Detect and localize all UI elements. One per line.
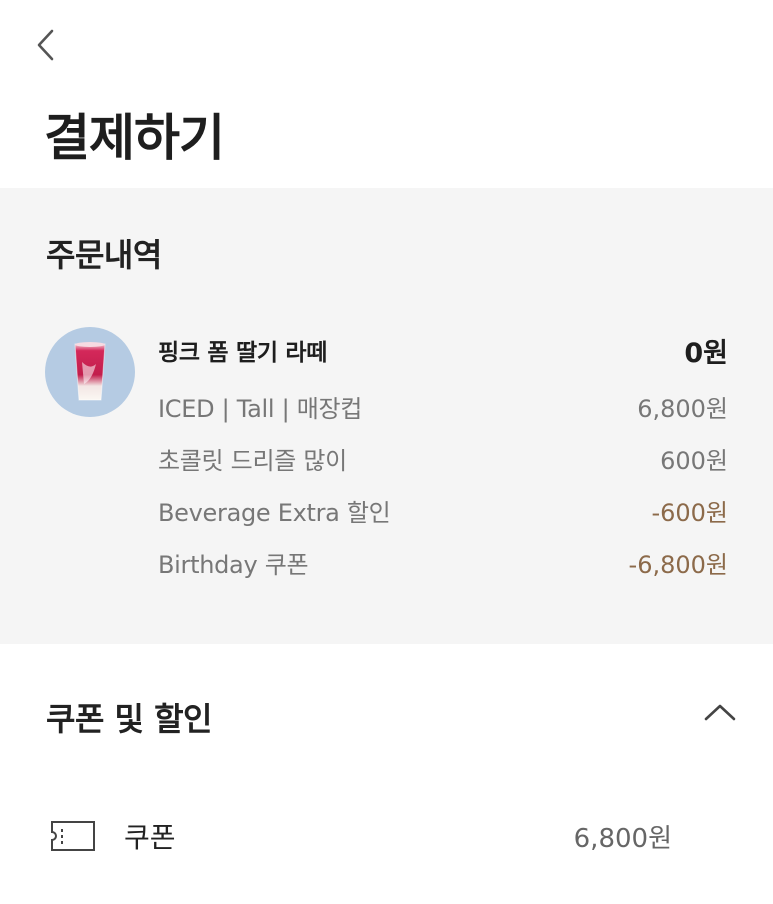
collapse-toggle-button[interactable] [700,692,740,732]
option-label: ICED | Tall | 매장컵 [158,394,363,423]
top-bar [0,0,773,90]
coupon-row[interactable]: 쿠폰 6,800원 [46,808,672,864]
discount-label: Birthday 쿠폰 [158,550,309,579]
option-label: 초콜릿 드리즐 많이 [158,446,347,475]
discount-line: Birthday 쿠폰 -6,800원 [158,544,728,580]
product-line: 핑크 폼 딸기 라떼 0원 [158,332,728,369]
coupons-discounts-section: 쿠폰 및 할인 [0,644,773,904]
option-amount: 600원 [660,446,728,475]
discount-line: Beverage Extra 할인 -600원 [158,492,728,528]
back-button[interactable] [26,22,66,68]
order-section-title: 주문내역 [46,236,162,274]
discount-amount: -6,800원 [628,550,728,579]
option-line: 초콜릿 드리즐 많이 600원 [158,440,728,476]
option-line: ICED | Tall | 매장컵 6,800원 [158,388,728,424]
page-title: 결제하기 [44,109,225,167]
iced-latte-image [74,342,106,401]
ticket-icon [46,818,100,854]
chevron-left-icon [37,29,54,61]
coupon-section-title: 쿠폰 및 할인 [46,700,212,738]
discount-label: Beverage Extra 할인 [158,498,391,527]
product-thumbnail [45,327,135,417]
discount-amount: -600원 [651,498,728,527]
order-details-section: 주문내역 핑크 폼 딸기 라떼 0원 ICED | Tall | 매장컵 6,8… [0,188,773,644]
option-amount: 6,800원 [637,394,728,423]
coupon-amount: 6,800원 [573,823,672,854]
chevron-up-icon [704,704,736,721]
payment-page: 결제하기 주문내역 핑크 폼 딸기 라떼 0원 ICED | Tall | 매장… [0,0,773,904]
product-price: 0원 [684,337,728,369]
coupon-label: 쿠폰 [124,821,176,854]
product-name: 핑크 폼 딸기 라떼 [158,340,328,366]
